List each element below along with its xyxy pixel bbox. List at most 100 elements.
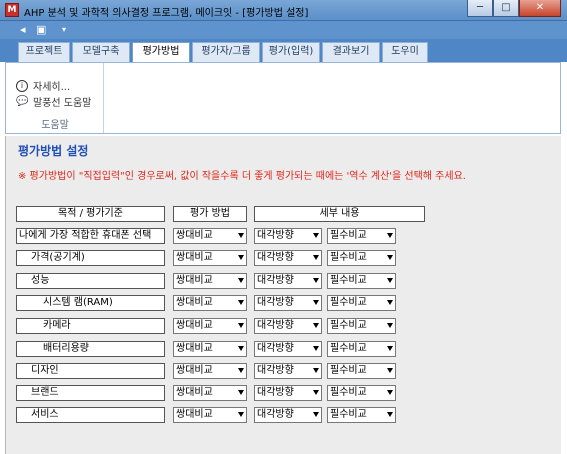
tab-project[interactable]: 프로젝트 (18, 42, 70, 62)
direction-select[interactable]: 대각방향 (254, 295, 322, 311)
required-select[interactable]: 필수비교 (327, 385, 396, 401)
header-detail: 세부 내용 (254, 206, 425, 222)
direction-select[interactable]: 대각방향 (254, 250, 322, 266)
tab-evaluation-input[interactable]: 평가(입력) (262, 42, 320, 62)
dropdown-arrow-icon (387, 300, 393, 305)
minimize-button[interactable]: ─ (467, 0, 493, 17)
direction-select[interactable]: 대각방향 (254, 385, 322, 401)
criterion-name: 배터리용량 (16, 341, 165, 357)
dropdown-arrow-icon (313, 233, 319, 238)
method-value: 쌍대비교 (176, 252, 213, 263)
method-value: 쌍대비교 (176, 230, 213, 241)
dropdown-arrow-icon (387, 390, 393, 395)
direction-select[interactable]: 대각방향 (254, 407, 322, 423)
speech-bubble-icon: 💬 (16, 95, 29, 107)
quick-access-toolbar: ◂ ▣ ▾ (0, 21, 567, 39)
required-select[interactable]: 필수비교 (327, 341, 396, 357)
header-method: 평가 방법 (173, 206, 247, 222)
required-value: 필수비교 (330, 320, 367, 331)
method-select[interactable]: 쌍대비교 (173, 250, 247, 266)
criterion-name: 서비스 (16, 407, 165, 423)
direction-select[interactable]: 대각방향 (254, 341, 322, 357)
criterion-name: 브랜드 (16, 385, 165, 401)
required-value: 필수비교 (330, 297, 367, 308)
dropdown-arrow-icon (387, 255, 393, 260)
dropdown-arrow-icon (238, 233, 244, 238)
tab-evaluation-method[interactable]: 평가방법 (132, 42, 190, 63)
dropdown-arrow-icon (387, 346, 393, 351)
method-select[interactable]: 쌍대비교 (173, 385, 247, 401)
method-select[interactable]: 쌍대비교 (173, 318, 247, 334)
save-icon[interactable]: ▣ (36, 23, 46, 36)
dropdown-arrow-icon (238, 323, 244, 328)
method-select[interactable]: 쌍대비교 (173, 407, 247, 423)
balloon-help-button[interactable]: 💬 말풍선 도움말 (16, 94, 92, 110)
required-select[interactable]: 필수비교 (327, 250, 396, 266)
required-select[interactable]: 필수비교 (327, 318, 396, 334)
method-select[interactable]: 쌍대비교 (173, 341, 247, 357)
direction-select[interactable]: 대각방향 (254, 273, 322, 289)
method-value: 쌍대비교 (176, 320, 213, 331)
dropdown-arrow-icon (313, 412, 319, 417)
method-select[interactable]: 쌍대비교 (173, 295, 247, 311)
dropdown-arrow-icon (238, 412, 244, 417)
window-controls: ─ □ ✕ (467, 0, 561, 17)
required-select[interactable]: 필수비교 (327, 407, 396, 423)
tab-help[interactable]: 도우미 (382, 42, 428, 62)
dropdown-arrow-icon (313, 278, 319, 283)
method-value: 쌍대비교 (176, 275, 213, 286)
method-select[interactable]: 쌍대비교 (173, 273, 247, 289)
help-group-label: 도움말 (41, 120, 69, 131)
direction-value: 대각방향 (257, 320, 294, 331)
details-label: 자세히... (33, 82, 71, 93)
criterion-name: 시스템 램(RAM) (16, 295, 165, 311)
notice-text: ※ 평가방법이 "직접입력"인 경우로써, 값이 작을수록 더 좋게 평가되는 … (18, 171, 466, 182)
required-select[interactable]: 필수비교 (327, 273, 396, 289)
help-group: i 자세히... 💬 말풍선 도움말 도움말 (6, 63, 104, 133)
direction-select[interactable]: 대각방향 (254, 228, 322, 244)
maximize-button[interactable]: □ (493, 0, 519, 17)
method-select[interactable]: 쌍대비교 (173, 228, 247, 244)
direction-select[interactable]: 대각방향 (254, 363, 322, 379)
required-value: 필수비교 (330, 409, 367, 420)
evaluation-settings-panel: 평가방법 설정 ※ 평가방법이 "직접입력"인 경우로써, 값이 작을수록 더 … (5, 136, 561, 454)
direction-value: 대각방향 (257, 343, 294, 354)
required-select[interactable]: 필수비교 (327, 228, 396, 244)
header-criteria: 목적 / 평가기준 (16, 206, 165, 222)
dropdown-arrow-icon (238, 255, 244, 260)
customize-toolbar-icon[interactable]: ▾ (62, 25, 66, 34)
window-title: AHP 분석 및 과학적 의사결정 프로그램, 메이크잇 - [평가방법 설정] (24, 8, 309, 19)
required-value: 필수비교 (330, 387, 367, 398)
direction-value: 대각방향 (257, 275, 294, 286)
method-value: 쌍대비교 (176, 297, 213, 308)
dropdown-arrow-icon (387, 368, 393, 373)
dropdown-arrow-icon (387, 233, 393, 238)
details-button[interactable]: i 자세히... (16, 78, 70, 93)
dropdown-arrow-icon (313, 346, 319, 351)
dropdown-arrow-icon (238, 346, 244, 351)
tab-model-build[interactable]: 모델구축 (72, 42, 130, 62)
dropdown-arrow-icon (313, 368, 319, 373)
criterion-name: 가격(공기계) (16, 250, 165, 266)
tab-evaluator-group[interactable]: 평가자/그룹 (192, 42, 260, 62)
back-icon[interactable]: ◂ (20, 23, 26, 36)
method-value: 쌍대비교 (176, 387, 213, 398)
tab-results[interactable]: 결과보기 (322, 42, 380, 62)
required-select[interactable]: 필수비교 (327, 295, 396, 311)
dropdown-arrow-icon (387, 323, 393, 328)
required-value: 필수비교 (330, 252, 367, 263)
direction-value: 대각방향 (257, 297, 294, 308)
dropdown-arrow-icon (313, 390, 319, 395)
required-select[interactable]: 필수비교 (327, 363, 396, 379)
method-value: 쌍대비교 (176, 365, 213, 376)
close-button[interactable]: ✕ (519, 0, 561, 17)
dropdown-arrow-icon (238, 278, 244, 283)
required-value: 필수비교 (330, 343, 367, 354)
ribbon-panel: i 자세히... 💬 말풍선 도움말 도움말 (5, 62, 561, 134)
direction-select[interactable]: 대각방향 (254, 318, 322, 334)
required-value: 필수비교 (330, 275, 367, 286)
balloon-help-label: 말풍선 도움말 (33, 98, 92, 109)
method-select[interactable]: 쌍대비교 (173, 363, 247, 379)
method-value: 쌍대비교 (176, 409, 213, 420)
dropdown-arrow-icon (313, 323, 319, 328)
